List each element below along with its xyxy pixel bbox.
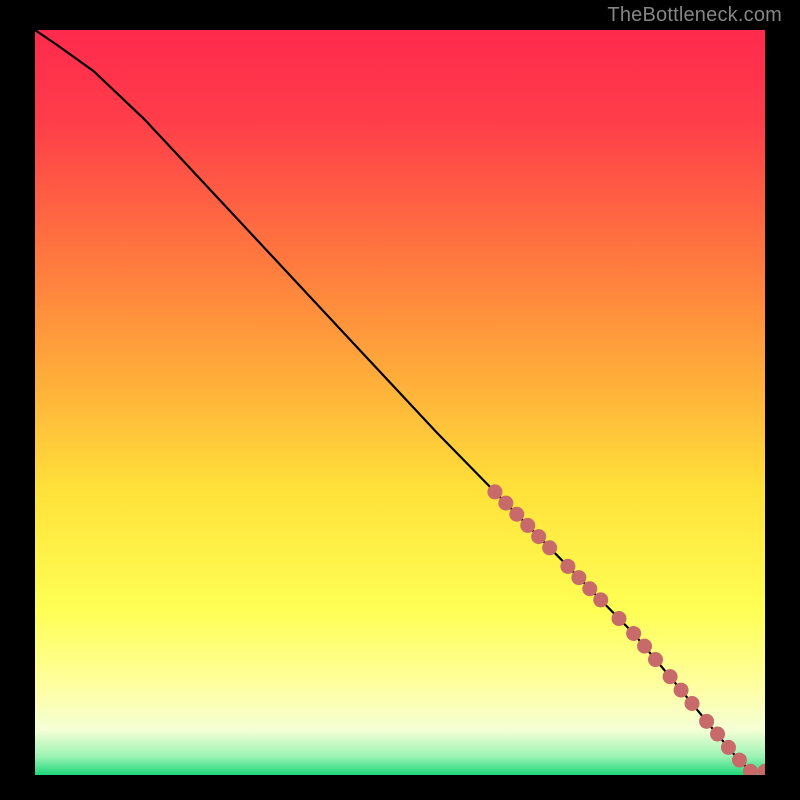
data-marker: [593, 592, 608, 607]
chart-stage: TheBottleneck.com: [0, 0, 800, 800]
data-marker: [710, 727, 725, 742]
data-marker: [685, 696, 700, 711]
data-marker: [520, 518, 535, 533]
data-marker: [637, 639, 652, 654]
bottleneck-chart: [35, 30, 765, 775]
plot-area: [35, 30, 765, 775]
data-marker: [612, 611, 627, 626]
data-marker: [721, 740, 736, 755]
data-marker: [531, 529, 546, 544]
attribution-label: TheBottleneck.com: [607, 4, 782, 27]
data-marker: [699, 714, 714, 729]
data-marker: [732, 753, 747, 768]
data-marker: [663, 669, 678, 684]
data-marker: [648, 652, 663, 667]
data-marker: [582, 581, 597, 596]
data-marker: [487, 484, 502, 499]
data-marker: [674, 683, 689, 698]
data-marker: [498, 496, 513, 511]
data-marker: [509, 507, 524, 522]
data-marker: [542, 540, 557, 555]
data-marker: [626, 626, 641, 641]
data-marker: [560, 559, 575, 574]
data-marker: [571, 570, 586, 585]
